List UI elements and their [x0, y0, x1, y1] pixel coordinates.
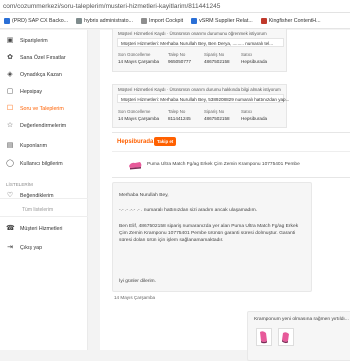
product-name[interactable]: Puma Ultra Match Fg/ag Erkek Çim Zemin K…: [147, 162, 300, 167]
reply-image-2[interactable]: [278, 328, 294, 346]
bookmark-item[interactable]: (PRD) SAP CX Backo...: [4, 17, 69, 24]
sidebar-item-label: Müşteri Hizmetleri: [20, 226, 63, 232]
record-category: Müşteri Hizmetleri Kaydı · Ürünümün onar…: [118, 87, 281, 92]
lists-section-title: LİSTELERİM: [6, 182, 33, 187]
sidebar-item-favorites[interactable]: ♡ Beğendiklerim: [6, 192, 54, 200]
seller-name[interactable]: Hepsiburada: [117, 139, 153, 145]
account-sidebar: LİSTELERİM ♡ Beğendiklerim Tüm listeleri…: [0, 30, 88, 350]
address-bar[interactable]: com/cozummerkezi/soru-taleplerim/musteri…: [0, 0, 350, 13]
bookmark-icon: [260, 17, 267, 24]
bookmark-label: vSRM Supplier Relat...: [199, 17, 253, 24]
record-col-updated: Son Güncelleme: [118, 109, 151, 114]
message-greeting: Merhaba Nurullah Bey,: [119, 193, 169, 198]
sidebar-item-label: Siparişlerim: [20, 38, 48, 44]
bookmark-item[interactable]: Import Cockpit: [141, 17, 184, 24]
divider: [112, 151, 350, 152]
bookmark-icon: [191, 17, 198, 24]
bookmarks-bar: (PRD) SAP CX Backo... hybris administrato…: [0, 13, 350, 29]
record-col-request: Talep No: [168, 52, 186, 57]
record-col-updated: Son Güncelleme: [118, 52, 151, 57]
logout-button[interactable]: ⇥ Çıkış yap: [6, 244, 42, 252]
sidebar-item-label: Çıkış yap: [20, 245, 43, 251]
main-content: Müşteri Hizmetleri Kaydı · Ürünümün onar…: [100, 28, 350, 361]
sidebar-item-label: Beğendiklerim: [20, 193, 54, 199]
record-card-1[interactable]: Müşteri Hizmetleri Kaydı · Ürünümün onar…: [112, 28, 287, 72]
message-bubble: Merhaba Nurullah Bey, -.- .- .-.- .- . n…: [112, 182, 312, 292]
record-message: Müşteri Hizmetleri: Merhaba Nurullah Bey…: [121, 97, 290, 102]
sidebar-item-label: Kullanıcı bilgilerim: [20, 161, 63, 167]
sidebar-item-label: Hepsipay: [20, 89, 43, 95]
record-order-no: 4867502158: [204, 59, 230, 64]
bookmark-icon: [4, 17, 10, 24]
record-col-order: Sipariş No: [204, 109, 225, 114]
sidebar-item-coupon[interactable]: ▤ Kuponlarım: [6, 142, 47, 150]
sidebar-item-label: Soru ve Taleplerim: [20, 106, 64, 112]
sidebar-divider: [0, 216, 88, 217]
review-icon: ☆: [6, 122, 14, 129]
record-message-box: Müşteri Hizmetleri: Merhaba Nurullah Bey…: [117, 94, 289, 103]
user-icon: ◯: [6, 160, 14, 167]
record-updated: 14 Mayıs Çarşamba: [118, 116, 160, 121]
record-message: Müşteri Hizmetleri: Merhaba Nurullah Bey…: [121, 41, 274, 46]
coupon-icon: ▤: [6, 142, 14, 149]
record-request-no: 811441245: [168, 116, 191, 121]
sidebar-item-review[interactable]: ☆ Değerlendirmelerim: [6, 122, 66, 130]
bookmark-label: hybris administrato...: [84, 17, 133, 24]
record-col-order: Sipariş No: [204, 52, 225, 57]
record-col-request: Talep No: [168, 109, 186, 114]
reply-text: Kramponum yeni olmasına rağmen yırtıldı.…: [254, 317, 349, 322]
bookmark-icon: [141, 17, 147, 24]
record-message-box: Müşteri Hizmetleri: Merhaba Nurullah Bey…: [117, 38, 284, 47]
game-icon: ◈: [7, 71, 13, 78]
record-updated: 14 Mayıs Çarşamba: [118, 59, 160, 64]
sidebar-item-game[interactable]: ◈ Oynadıkça Kazan: [6, 71, 62, 79]
message-line-2: Ben Elif, 4867502158 sipariş numaranızda…: [119, 224, 299, 243]
record-category: Müşteri Hizmetleri Kaydı · Ürünümün onar…: [118, 31, 267, 36]
question-icon: ☐: [6, 105, 14, 112]
headset-icon: ☎: [6, 225, 15, 232]
message-line-1: -.- .- .-.- .- . numaralı hattınızdan si…: [119, 208, 258, 213]
product-thumbnail[interactable]: [127, 156, 143, 172]
bookmark-item[interactable]: hybris administrato...: [76, 17, 133, 24]
sidebar-item-label: Değerlendirmelerim: [20, 123, 67, 129]
reply-image-1[interactable]: [256, 328, 272, 346]
orders-icon: ▣: [6, 37, 14, 44]
sidebar-item-wallet[interactable]: ▢ Hepsipay: [6, 88, 42, 96]
logout-icon: ⇥: [7, 244, 13, 251]
bookmark-label: Import Cockpit: [149, 17, 184, 24]
bookmark-label: (PRD) SAP CX Backo...: [12, 17, 69, 24]
sidebar-item-customer-service[interactable]: ☎ Müşteri Hizmetleri: [6, 225, 62, 233]
record-card-2[interactable]: Müşteri Hizmetleri Kaydı · Ürünümün onar…: [112, 84, 289, 128]
record-request-no: 965050777: [168, 59, 191, 64]
seller-product-card: Hepsiburada Takip et Puma Ultra Match Fg…: [112, 132, 350, 178]
wallet-icon: ▢: [6, 88, 14, 95]
bookmark-label: Kingfisher ContentH...: [268, 17, 321, 24]
sidebar-item-label: Kuponlarım: [20, 143, 48, 149]
bookmark-icon: [76, 17, 83, 24]
record-seller: Hepsiburada: [241, 116, 268, 121]
bookmark-item[interactable]: vSRM Supplier Relat...: [191, 17, 253, 24]
message-date: 14 Mayıs Çarşamba: [114, 295, 156, 300]
reply-bubble: Kramponum yeni olmasına rağmen yırtıldı.…: [247, 311, 350, 361]
record-order-no: 4867502158: [204, 116, 230, 121]
sidebar-item-question[interactable]: ☐ Soru ve Taleplerim: [6, 105, 64, 113]
record-col-seller: Satıcı: [241, 109, 253, 114]
message-closing: İyi günler dilerim.: [119, 279, 156, 284]
all-lists-link[interactable]: Tüm listelerim: [22, 207, 53, 213]
heart-icon: ♡: [6, 192, 14, 199]
sidebar-item-user[interactable]: ◯ Kullanıcı bilgilerim: [6, 160, 63, 168]
follow-badge[interactable]: Takip et: [154, 137, 177, 146]
sidebar-item-orders[interactable]: ▣ Siparişlerim: [6, 37, 48, 45]
gift-icon: ✿: [7, 54, 13, 61]
bookmark-item[interactable]: Kingfisher ContentH...: [260, 17, 321, 24]
sidebar-item-label: Sana Özel Fırsatlar: [20, 55, 66, 61]
sidebar-item-gift[interactable]: ✿ Sana Özel Fırsatlar: [6, 54, 66, 62]
record-col-seller: Satıcı: [241, 52, 253, 57]
record-seller: Hepsiburada: [241, 59, 268, 64]
sidebar-item-label: Oynadıkça Kazan: [20, 72, 62, 78]
